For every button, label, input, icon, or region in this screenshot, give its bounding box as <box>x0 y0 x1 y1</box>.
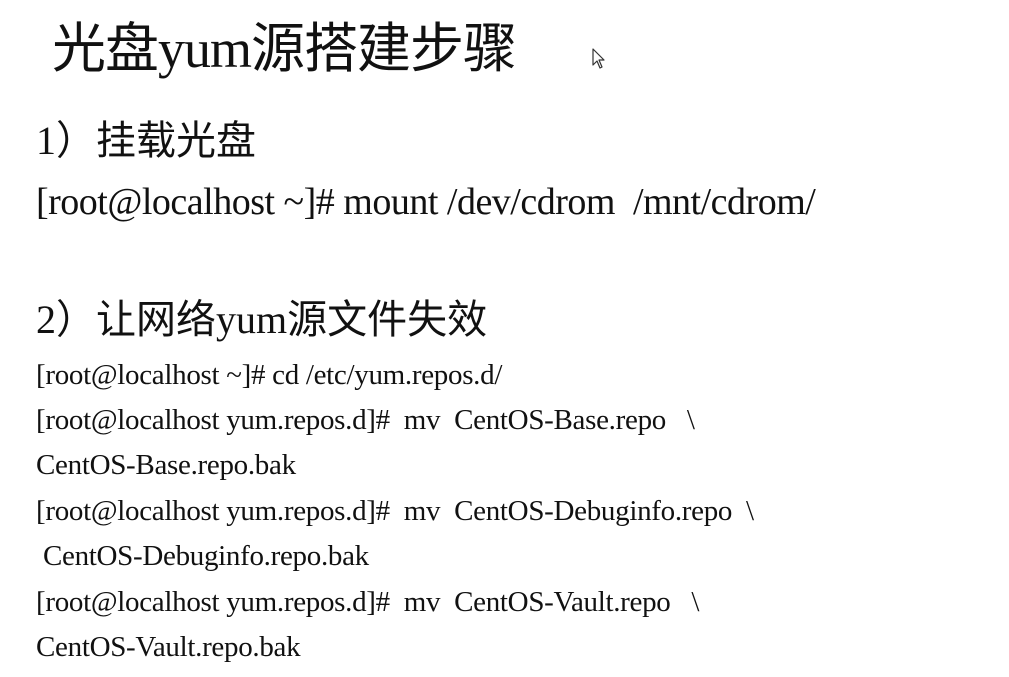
step2-command-line: CentOS-Base.repo.bak <box>36 449 296 481</box>
step1-command: [root@localhost ~]# mount /dev/cdrom /mn… <box>36 181 816 223</box>
mouse-pointer-icon <box>592 48 605 69</box>
step1-heading: 1）挂载光盘 <box>36 118 256 163</box>
step2-command-line: [root@localhost yum.repos.d]# mv CentOS-… <box>36 495 754 527</box>
step2-command-line: [root@localhost ~]# cd /etc/yum.repos.d/ <box>36 359 503 391</box>
slide: 光盘yum源搭建步骤 1）挂载光盘 [root@localhost ~]# mo… <box>0 0 1009 677</box>
step2-command-line: CentOS-Debuginfo.repo.bak <box>36 540 369 572</box>
step2-command-line: CentOS-Vault.repo.bak <box>36 631 301 663</box>
step2-heading: 2）让网络yum源文件失效 <box>36 297 488 342</box>
step2-command-line: [root@localhost yum.repos.d]# mv CentOS-… <box>36 586 700 618</box>
page-title: 光盘yum源搭建步骤 <box>52 19 517 79</box>
step2-command-line: [root@localhost yum.repos.d]# mv CentOS-… <box>36 404 695 436</box>
